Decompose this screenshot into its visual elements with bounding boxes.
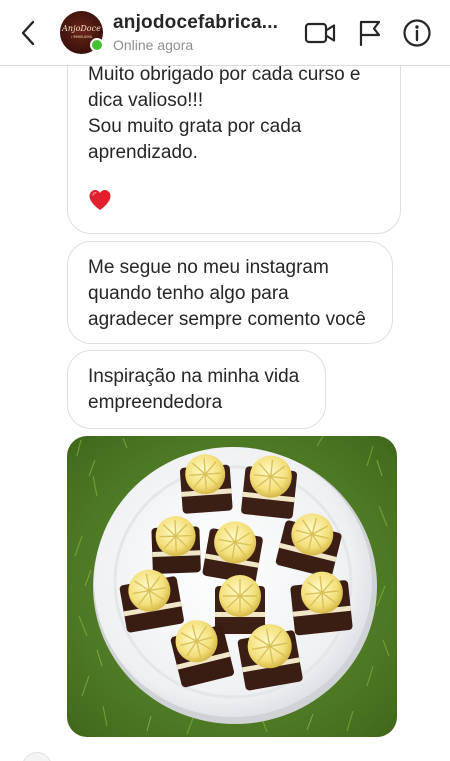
- profile-avatar[interactable]: AnjoDoce • 99965-8096: [60, 11, 104, 54]
- message-bubble[interactable]: Inspiração na minha vida empreendedora: [67, 350, 326, 429]
- report-button[interactable]: [353, 16, 387, 50]
- flag-icon: [359, 20, 381, 47]
- chat-header: AnjoDoce • 99965-8096 anjodocefabrica...…: [0, 0, 450, 66]
- contact-username: anjodocefabrica...: [113, 12, 279, 33]
- avatar-tagline: • 99965-8096: [71, 35, 92, 40]
- back-button[interactable]: [12, 17, 44, 49]
- sender-avatar[interactable]: [22, 752, 52, 761]
- online-indicator: [90, 38, 104, 52]
- online-status: Online agora: [113, 37, 194, 53]
- avatar-brand: AnjoDoce: [62, 24, 101, 34]
- video-call-button[interactable]: [303, 16, 337, 50]
- message-bubble[interactable]: Me segue no meu instagram quando tenho a…: [67, 241, 393, 344]
- message-bubble[interactable]: Muito obrigado por cada curso e dica val…: [67, 40, 401, 234]
- message-line: aprendizado.: [88, 142, 198, 163]
- heart-emoji: [88, 189, 380, 217]
- red-heart-icon: [89, 190, 111, 210]
- photo-brownies-plate: [67, 436, 397, 737]
- chevron-left-icon: [21, 20, 35, 46]
- message-line: dica valioso!!!: [88, 90, 204, 111]
- info-icon: [403, 19, 431, 47]
- video-camera-icon: [304, 22, 336, 44]
- contact-info[interactable]: anjodocefabrica... Online agora: [113, 12, 293, 53]
- message-text: Me segue no meu instagram quando tenho a…: [88, 257, 366, 330]
- message-line: Sou muito grata por cada: [88, 116, 302, 137]
- message-text: Inspiração na minha vida empreendedora: [88, 366, 300, 413]
- photo-message[interactable]: [67, 436, 397, 737]
- conversation-info-button[interactable]: [400, 16, 434, 50]
